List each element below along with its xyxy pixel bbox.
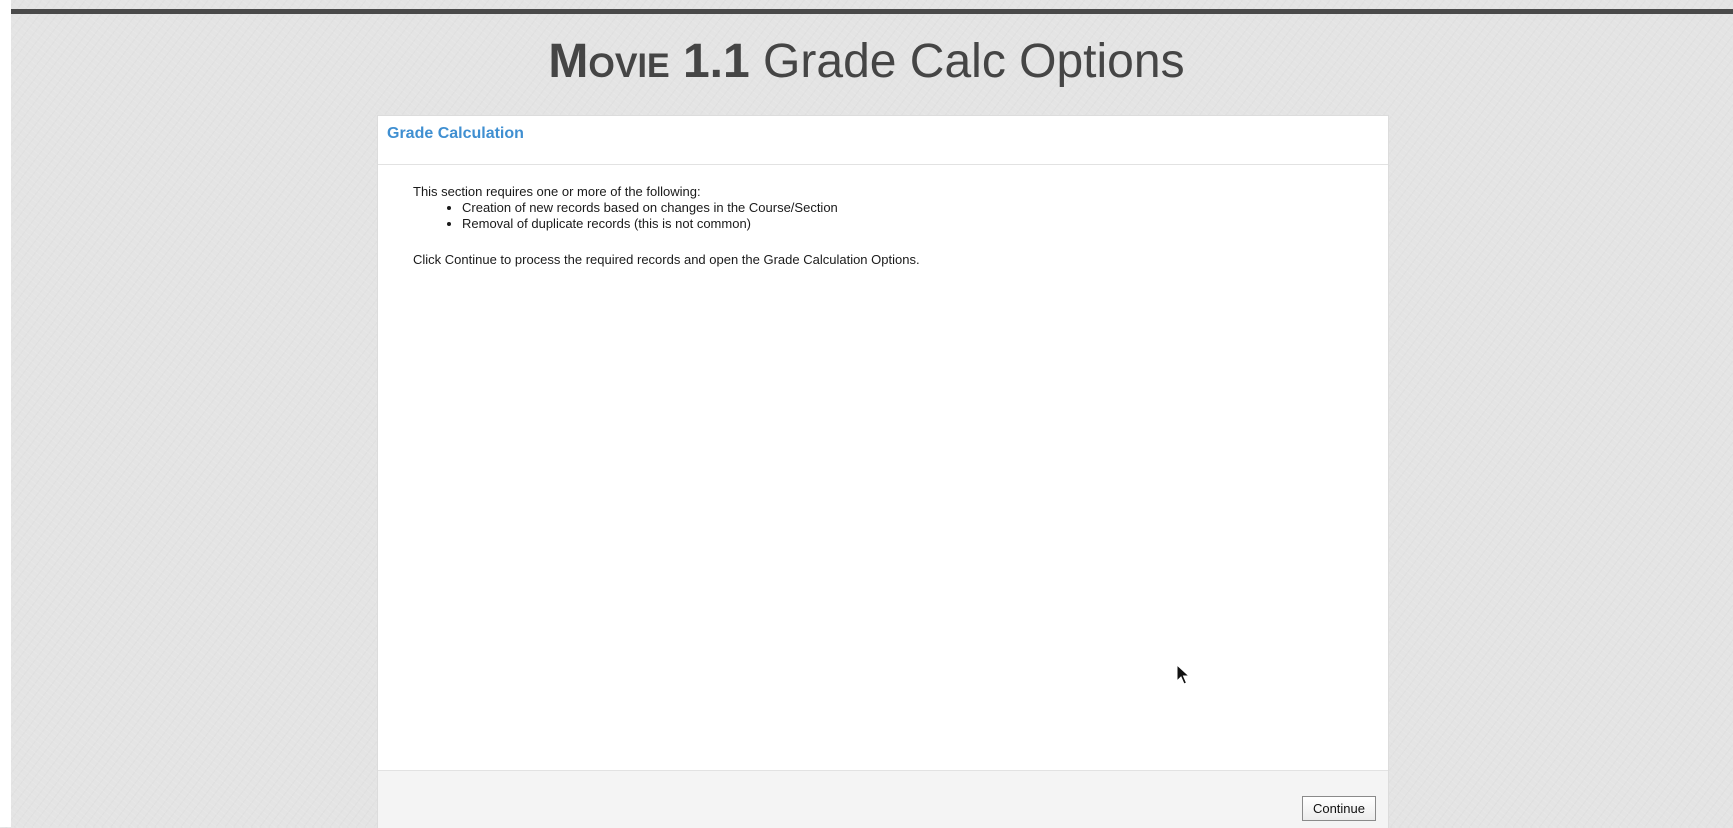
mouse-pointer-icon — [1176, 663, 1191, 691]
continue-message: Click Continue to process the required r… — [413, 252, 920, 267]
page-title: Movie 1.1 Grade Calc Options — [0, 30, 1733, 94]
grade-calculation-dialog: Grade Calculation This section requires … — [377, 115, 1389, 828]
dialog-footer: Continue — [378, 770, 1388, 828]
dialog-body: This section requires one or more of the… — [413, 184, 920, 268]
dialog-header: Grade Calculation — [378, 116, 1388, 165]
dialog-intro: This section requires one or more of the… — [413, 184, 701, 199]
movie-label: Movie 1.1 — [548, 35, 750, 88]
left-edge-strip — [0, 0, 11, 827]
movie-title-text: Grade Calc Options — [763, 35, 1185, 88]
dialog-title: Grade Calculation — [387, 125, 524, 142]
list-item: Removal of duplicate records (this is no… — [462, 216, 920, 232]
continue-button[interactable]: Continue — [1301, 796, 1376, 821]
list-item: Creation of new records based on changes… — [462, 200, 920, 216]
requirements-list: Creation of new records based on changes… — [413, 200, 920, 232]
top-divider — [11, 9, 1733, 14]
